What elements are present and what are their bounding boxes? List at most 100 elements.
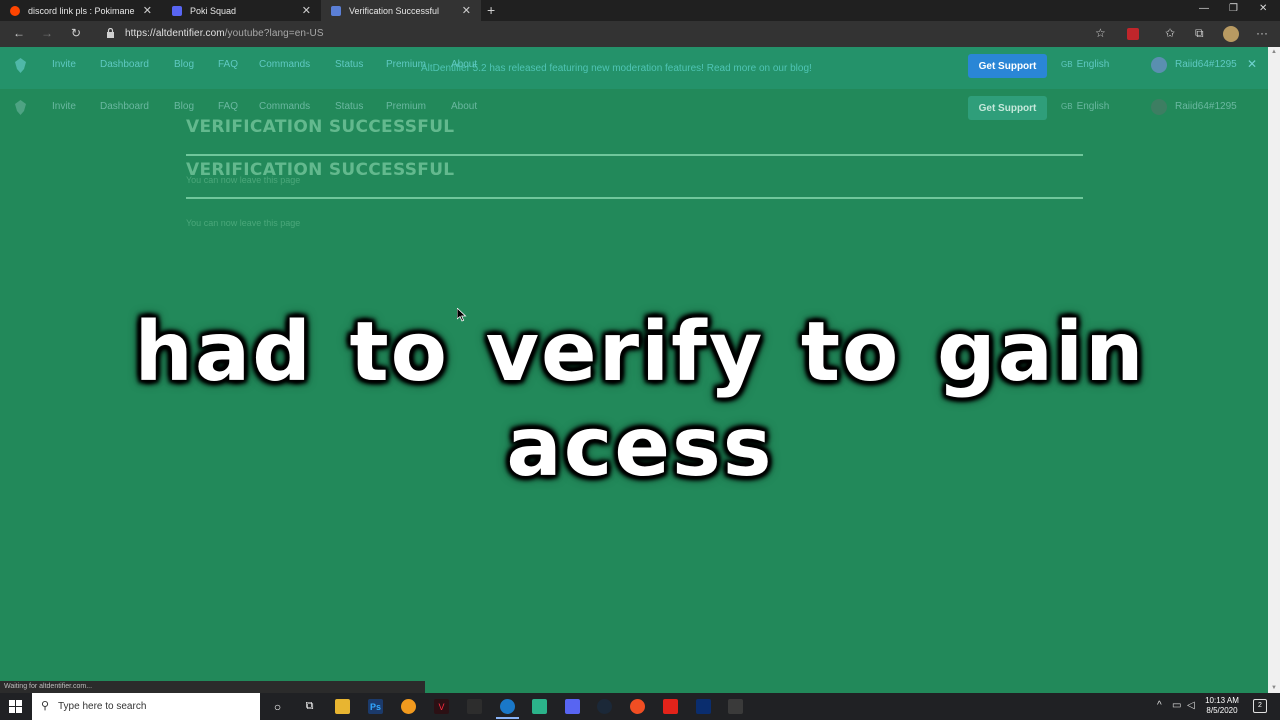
nav-faq[interactable]: FAQ (218, 101, 238, 112)
flag-icon: GB (1061, 60, 1073, 69)
tab-verification[interactable]: Verification Successful ✕ (321, 0, 481, 21)
nav-premium[interactable]: Premium (386, 101, 426, 112)
nav-blog[interactable]: Blog (174, 59, 194, 70)
reddit-icon (10, 5, 20, 16)
language-label: English (1076, 59, 1110, 70)
tab-title: Poki Squad (190, 5, 237, 16)
site-logo-icon[interactable] (15, 100, 26, 115)
tab-discord[interactable]: Poki Squad ✕ (162, 0, 321, 21)
user-avatar[interactable] (1151, 57, 1167, 73)
tab-title: discord link pls : Pokimane (28, 5, 135, 16)
notification-icon[interactable]: 2 (1253, 699, 1267, 713)
roblox-icon[interactable] (663, 699, 678, 714)
tab-title: Verification Successful (349, 5, 440, 16)
nav-commands[interactable]: Commands (259, 59, 310, 70)
edge-icon[interactable] (500, 699, 515, 714)
nav-faq[interactable]: FAQ (218, 59, 238, 70)
nav-dashboard[interactable]: Dashboard (100, 101, 149, 112)
search-placeholder: Type here to search (58, 701, 147, 712)
video-caption: had to verify to gain acess (134, 305, 1146, 495)
site-logo-icon[interactable] (15, 58, 26, 73)
back-icon[interactable]: ← (13, 26, 25, 40)
page-title: VERIFICATION SUCCESSFUL (186, 117, 455, 137)
origin-icon[interactable] (401, 699, 416, 714)
active-app-indicator (496, 717, 519, 719)
terminal-icon[interactable] (728, 699, 743, 714)
close-tab-icon[interactable]: ✕ (462, 4, 471, 17)
profile-avatar[interactable] (1223, 26, 1239, 42)
nav-invite[interactable]: Invite (52, 101, 76, 112)
discord-taskbar-icon[interactable] (565, 699, 580, 714)
adblock-icon[interactable] (1127, 28, 1139, 40)
cortana-icon[interactable]: ○ (270, 699, 285, 714)
page-subtext: You can now leave this page (186, 218, 301, 228)
steam-icon[interactable] (597, 699, 612, 714)
language-label: English (1076, 101, 1110, 112)
favorites-icon[interactable]: ✩ (1165, 26, 1175, 40)
discord-icon (172, 5, 182, 16)
scroll-down-icon[interactable]: ▼ (1271, 685, 1277, 691)
tab-reddit[interactable]: discord link pls : Pokimane ✕ (0, 0, 162, 21)
flag-icon: GB (1061, 102, 1073, 111)
url-host: https://altdentifier.com (125, 28, 225, 39)
clock-time: 10:13 AM (1205, 696, 1239, 705)
search-icon: ⚲ (41, 700, 50, 712)
taskbar-search-box[interactable]: ⚲ Type here to search (32, 693, 260, 720)
tray-chevron-icon[interactable]: ^ (1157, 700, 1162, 711)
favorite-star-icon[interactable]: ☆ (1095, 26, 1106, 40)
nav-about[interactable]: About (451, 101, 477, 112)
browser-status-bar: Waiting for altdentifier.com... (0, 681, 425, 693)
get-support-button[interactable]: Get Support (968, 96, 1047, 120)
windows-taskbar: ⚲ Type here to search ○ ⧉ Ps V ^ ▭ ◁ 10:… (0, 693, 1280, 720)
nav-status[interactable]: Status (335, 101, 363, 112)
page-title: VERIFICATION SUCCESSFUL (186, 160, 455, 180)
nav-blog[interactable]: Blog (174, 101, 194, 112)
nav-invite[interactable]: Invite (52, 59, 76, 70)
username[interactable]: Raiid64#1295 (1175, 59, 1237, 70)
altdentifier-icon (331, 5, 341, 16)
address-bar: ← → ↻ https://altdentifier.com/youtube?l… (0, 21, 1280, 47)
editor-icon[interactable] (696, 699, 711, 714)
clock-date: 8/5/2020 (1206, 706, 1238, 715)
nav-premium[interactable]: Premium (386, 59, 426, 70)
new-tab-icon[interactable]: + (487, 2, 495, 18)
mouse-cursor-icon (457, 308, 467, 322)
close-window-icon[interactable]: ✕ (1259, 3, 1267, 14)
nav-status[interactable]: Status (335, 59, 363, 70)
obs-icon[interactable] (630, 699, 645, 714)
windows-start-icon[interactable] (9, 700, 22, 713)
minimize-icon[interactable]: — (1199, 3, 1209, 14)
url-path: /youtube?lang=en-US (224, 28, 324, 39)
language-selector[interactable]: GB English (1061, 59, 1109, 70)
user-avatar[interactable] (1151, 99, 1167, 115)
valorant-icon[interactable]: V (434, 699, 449, 714)
epic-games-icon[interactable] (467, 699, 482, 714)
site-navbar: Invite Dashboard Blog FAQ Commands Statu… (0, 54, 1268, 78)
taskbar-clock[interactable]: 10:13 AM 8/5/2020 (1199, 696, 1245, 716)
browser-tab-bar: discord link pls : Pokimane ✕ Poki Squad… (0, 0, 1280, 21)
volume-icon[interactable]: ◁ (1187, 700, 1195, 711)
nav-dashboard[interactable]: Dashboard (100, 59, 149, 70)
title-divider (186, 154, 1083, 156)
lock-icon (107, 28, 114, 38)
restore-icon[interactable]: ❐ (1229, 3, 1238, 14)
nav-commands[interactable]: Commands (259, 101, 310, 112)
photoshop-icon[interactable]: Ps (368, 699, 383, 714)
forward-icon[interactable]: → (41, 26, 53, 40)
task-view-icon[interactable]: ⧉ (302, 699, 317, 714)
file-explorer-icon[interactable] (335, 699, 350, 714)
scroll-up-icon[interactable]: ▲ (1271, 49, 1277, 55)
reload-icon[interactable]: ↻ (71, 26, 81, 40)
url-field[interactable]: https://altdentifier.com/youtube?lang=en… (125, 28, 324, 39)
nav-about[interactable]: About (451, 59, 477, 70)
language-selector[interactable]: GB English (1061, 101, 1109, 112)
chat-app-icon[interactable] (532, 699, 547, 714)
network-icon[interactable]: ▭ (1172, 700, 1181, 711)
username[interactable]: Raiid64#1295 (1175, 101, 1237, 112)
collections-icon[interactable]: ⧉ (1195, 26, 1204, 41)
close-tab-icon[interactable]: ✕ (143, 4, 152, 17)
get-support-button[interactable]: Get Support (968, 54, 1047, 78)
title-divider (186, 197, 1083, 199)
close-tab-icon[interactable]: ✕ (302, 4, 311, 17)
more-icon[interactable]: ··· (1256, 26, 1268, 40)
